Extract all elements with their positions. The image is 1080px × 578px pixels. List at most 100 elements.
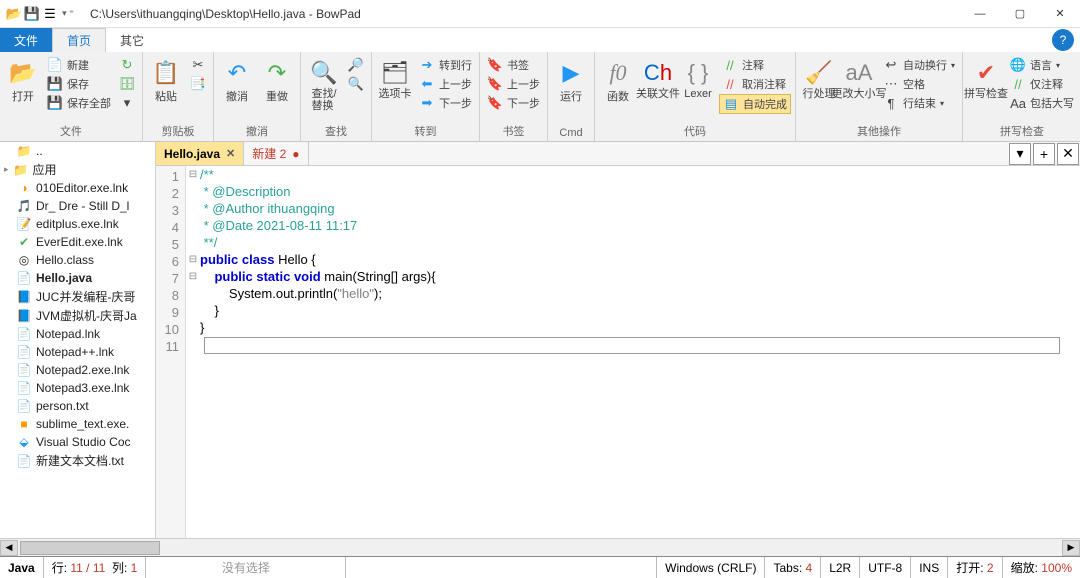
bookmark-button[interactable]: 🔖书签	[484, 56, 543, 74]
sidebar-item-label: editplus.exe.lnk	[36, 217, 119, 231]
code-editor[interactable]: 1234567891011 ⊟⊟⊟ /** * @Description * @…	[156, 166, 1080, 538]
tabs-add-button[interactable]: +	[1033, 143, 1055, 165]
copy-button[interactable]: 📑	[187, 75, 209, 93]
paste-button[interactable]: 📋粘贴	[147, 54, 185, 104]
bm-down-button[interactable]: 🔖下一步	[484, 94, 543, 112]
status-lang[interactable]: Java	[0, 557, 44, 578]
sidebar-item[interactable]: 📄Notepad3.exe.lnk	[0, 379, 155, 397]
code-content[interactable]: /** * @Description * @Author ithuangqing…	[200, 166, 1080, 538]
qat-dropdown-icon[interactable]: ▾ ⁼	[60, 6, 76, 22]
sidebar-item[interactable]: 📄Notepad++.lnk	[0, 343, 155, 361]
editor-tabs: Hello.java✕新建 2● ▾ + ✕	[156, 142, 1080, 166]
sidebar-item-label: ..	[36, 144, 43, 158]
paste-icon: 📋	[151, 58, 181, 88]
sidebar-item[interactable]: ▸📁应用	[0, 160, 155, 179]
sidebar-item[interactable]: ✔EverEdit.exe.lnk	[0, 233, 155, 251]
sidebar-item[interactable]: 📄Notepad.lnk	[0, 325, 155, 343]
autowrap-button[interactable]: ↩自动换行▾	[880, 56, 958, 74]
dbsave-button[interactable]: 🗄	[116, 75, 138, 93]
status-ins[interactable]: INS	[911, 557, 948, 578]
open-button[interactable]: 📂打开	[4, 54, 42, 104]
lexer-button[interactable]: { }Lexer	[679, 54, 717, 100]
tab-home[interactable]: 首页	[52, 28, 106, 52]
moresave-button[interactable]: ▾	[116, 94, 138, 112]
scroll-thumb[interactable]	[20, 541, 160, 555]
fold-column[interactable]: ⊟⊟⊟	[186, 166, 200, 538]
scroll-left-icon[interactable]: ◀	[0, 540, 18, 556]
status-line[interactable]: 行: 11 / 11 列: 1	[44, 557, 147, 578]
undo-button[interactable]: ↶撤消	[218, 54, 256, 104]
relfiles-icon: Ch	[643, 58, 673, 88]
tab-other[interactable]: 其它	[106, 28, 158, 52]
run-button[interactable]: ▶运行	[552, 54, 590, 104]
quick-access-toolbar: 📂 💾 ☰ ▾ ⁼	[0, 6, 82, 22]
sidebar-item[interactable]: ■sublime_text.exe.	[0, 415, 155, 433]
upper-button[interactable]: Aa包括大写	[1007, 94, 1077, 112]
minimize-button[interactable]: —	[960, 0, 1000, 28]
status-dir[interactable]: L2R	[821, 557, 860, 578]
editor-tab[interactable]: Hello.java✕	[156, 142, 244, 165]
next-button[interactable]: ➡下一步	[416, 94, 475, 112]
relfiles-button[interactable]: Ch关联文件	[639, 54, 677, 100]
whitespace-button[interactable]: ⋯空格	[880, 75, 958, 93]
autocomplete-icon: ▤	[723, 96, 739, 112]
save-all-button[interactable]: 💾保存全部	[44, 94, 114, 112]
sidebar-item[interactable]: ⬙Visual Studio Coc	[0, 433, 155, 451]
editor-tab[interactable]: 新建 2●	[244, 142, 308, 165]
status-open[interactable]: 打开: 2	[948, 557, 1002, 578]
reload-button[interactable]: ↻	[116, 56, 138, 74]
sidebar-item[interactable]: 📄新建文本文档.txt	[0, 451, 155, 470]
db-icon: 🗄	[119, 76, 135, 92]
scroll-right-icon[interactable]: ▶	[1062, 540, 1080, 556]
bm-up-button[interactable]: 🔖上一步	[484, 75, 543, 93]
find-button[interactable]: 🔍查找/ 替换	[305, 54, 343, 112]
tabs-dropdown-button[interactable]: ▾	[1009, 143, 1031, 165]
tabs-button[interactable]: 🗂选项卡	[376, 54, 414, 100]
folder-icon[interactable]: 📂	[6, 6, 22, 22]
help-icon[interactable]: ?	[1052, 29, 1074, 51]
uncomment-button[interactable]: //取消注释	[719, 75, 791, 93]
goline-button[interactable]: ➔转到行	[416, 56, 475, 74]
horizontal-scrollbar[interactable]: ◀ ▶	[0, 538, 1080, 556]
spell-button[interactable]: ✔拼写检查	[967, 54, 1005, 100]
sidebar-item[interactable]: 📝editplus.exe.lnk	[0, 215, 155, 233]
row-icon[interactable]: ☰	[42, 6, 58, 22]
tabs-close-button[interactable]: ✕	[1057, 143, 1079, 165]
lineend-button[interactable]: ¶行结束▾	[880, 94, 958, 112]
maximize-button[interactable]: ▢	[1000, 0, 1040, 28]
status-selection: 没有选择	[146, 557, 346, 578]
close-button[interactable]: ✕	[1040, 0, 1080, 28]
save-button[interactable]: 💾保存	[44, 75, 114, 93]
tab-close-icon[interactable]: ✕	[226, 147, 235, 160]
redo-button[interactable]: ↷重做	[258, 54, 296, 104]
file-icon: 📄	[16, 270, 32, 286]
tab-file[interactable]: 文件	[0, 28, 52, 52]
cut-button[interactable]: ✂	[187, 56, 209, 74]
status-eol[interactable]: Windows (CRLF)	[657, 557, 765, 578]
file-icon: 🎵	[16, 198, 32, 214]
status-tabs[interactable]: Tabs: 4	[765, 557, 821, 578]
prev-button[interactable]: ⬅上一步	[416, 75, 475, 93]
status-enc[interactable]: UTF-8	[860, 557, 911, 578]
find-next-button[interactable]: 🔎	[345, 56, 367, 74]
comment-button[interactable]: //注释	[719, 56, 791, 74]
status-zoom[interactable]: 缩放: 100%	[1003, 557, 1080, 578]
save-icon[interactable]: 💾	[24, 6, 40, 22]
file-sidebar[interactable]: 📁..▸📁应用◑010Editor.exe.lnk🎵Dr_ Dre - Stil…	[0, 142, 156, 538]
sidebar-item[interactable]: 📁..	[0, 142, 155, 160]
sidebar-item[interactable]: 📄person.txt	[0, 397, 155, 415]
commentonly-button[interactable]: //仅注释	[1007, 75, 1077, 93]
lang-button[interactable]: 🌐语言▾	[1007, 56, 1077, 74]
sidebar-item[interactable]: 📘JUC并发编程-庆哥	[0, 287, 155, 306]
func-button[interactable]: f0函数	[599, 54, 637, 104]
sidebar-item[interactable]: 📄Notepad2.exe.lnk	[0, 361, 155, 379]
sidebar-item[interactable]: 📄Hello.java	[0, 269, 155, 287]
sidebar-item[interactable]: ◑010Editor.exe.lnk	[0, 179, 155, 197]
sidebar-item[interactable]: ◎Hello.class	[0, 251, 155, 269]
new-button[interactable]: 📄新建	[44, 56, 114, 74]
case-button[interactable]: aA更改大小写	[840, 54, 878, 100]
sidebar-item[interactable]: 📘JVM虚拟机-庆哥Ja	[0, 306, 155, 325]
find-file-button[interactable]: 🔍	[345, 75, 367, 93]
sidebar-item[interactable]: 🎵Dr_ Dre - Still D_l	[0, 197, 155, 215]
autocomplete-button[interactable]: ▤自动完成	[719, 94, 791, 114]
